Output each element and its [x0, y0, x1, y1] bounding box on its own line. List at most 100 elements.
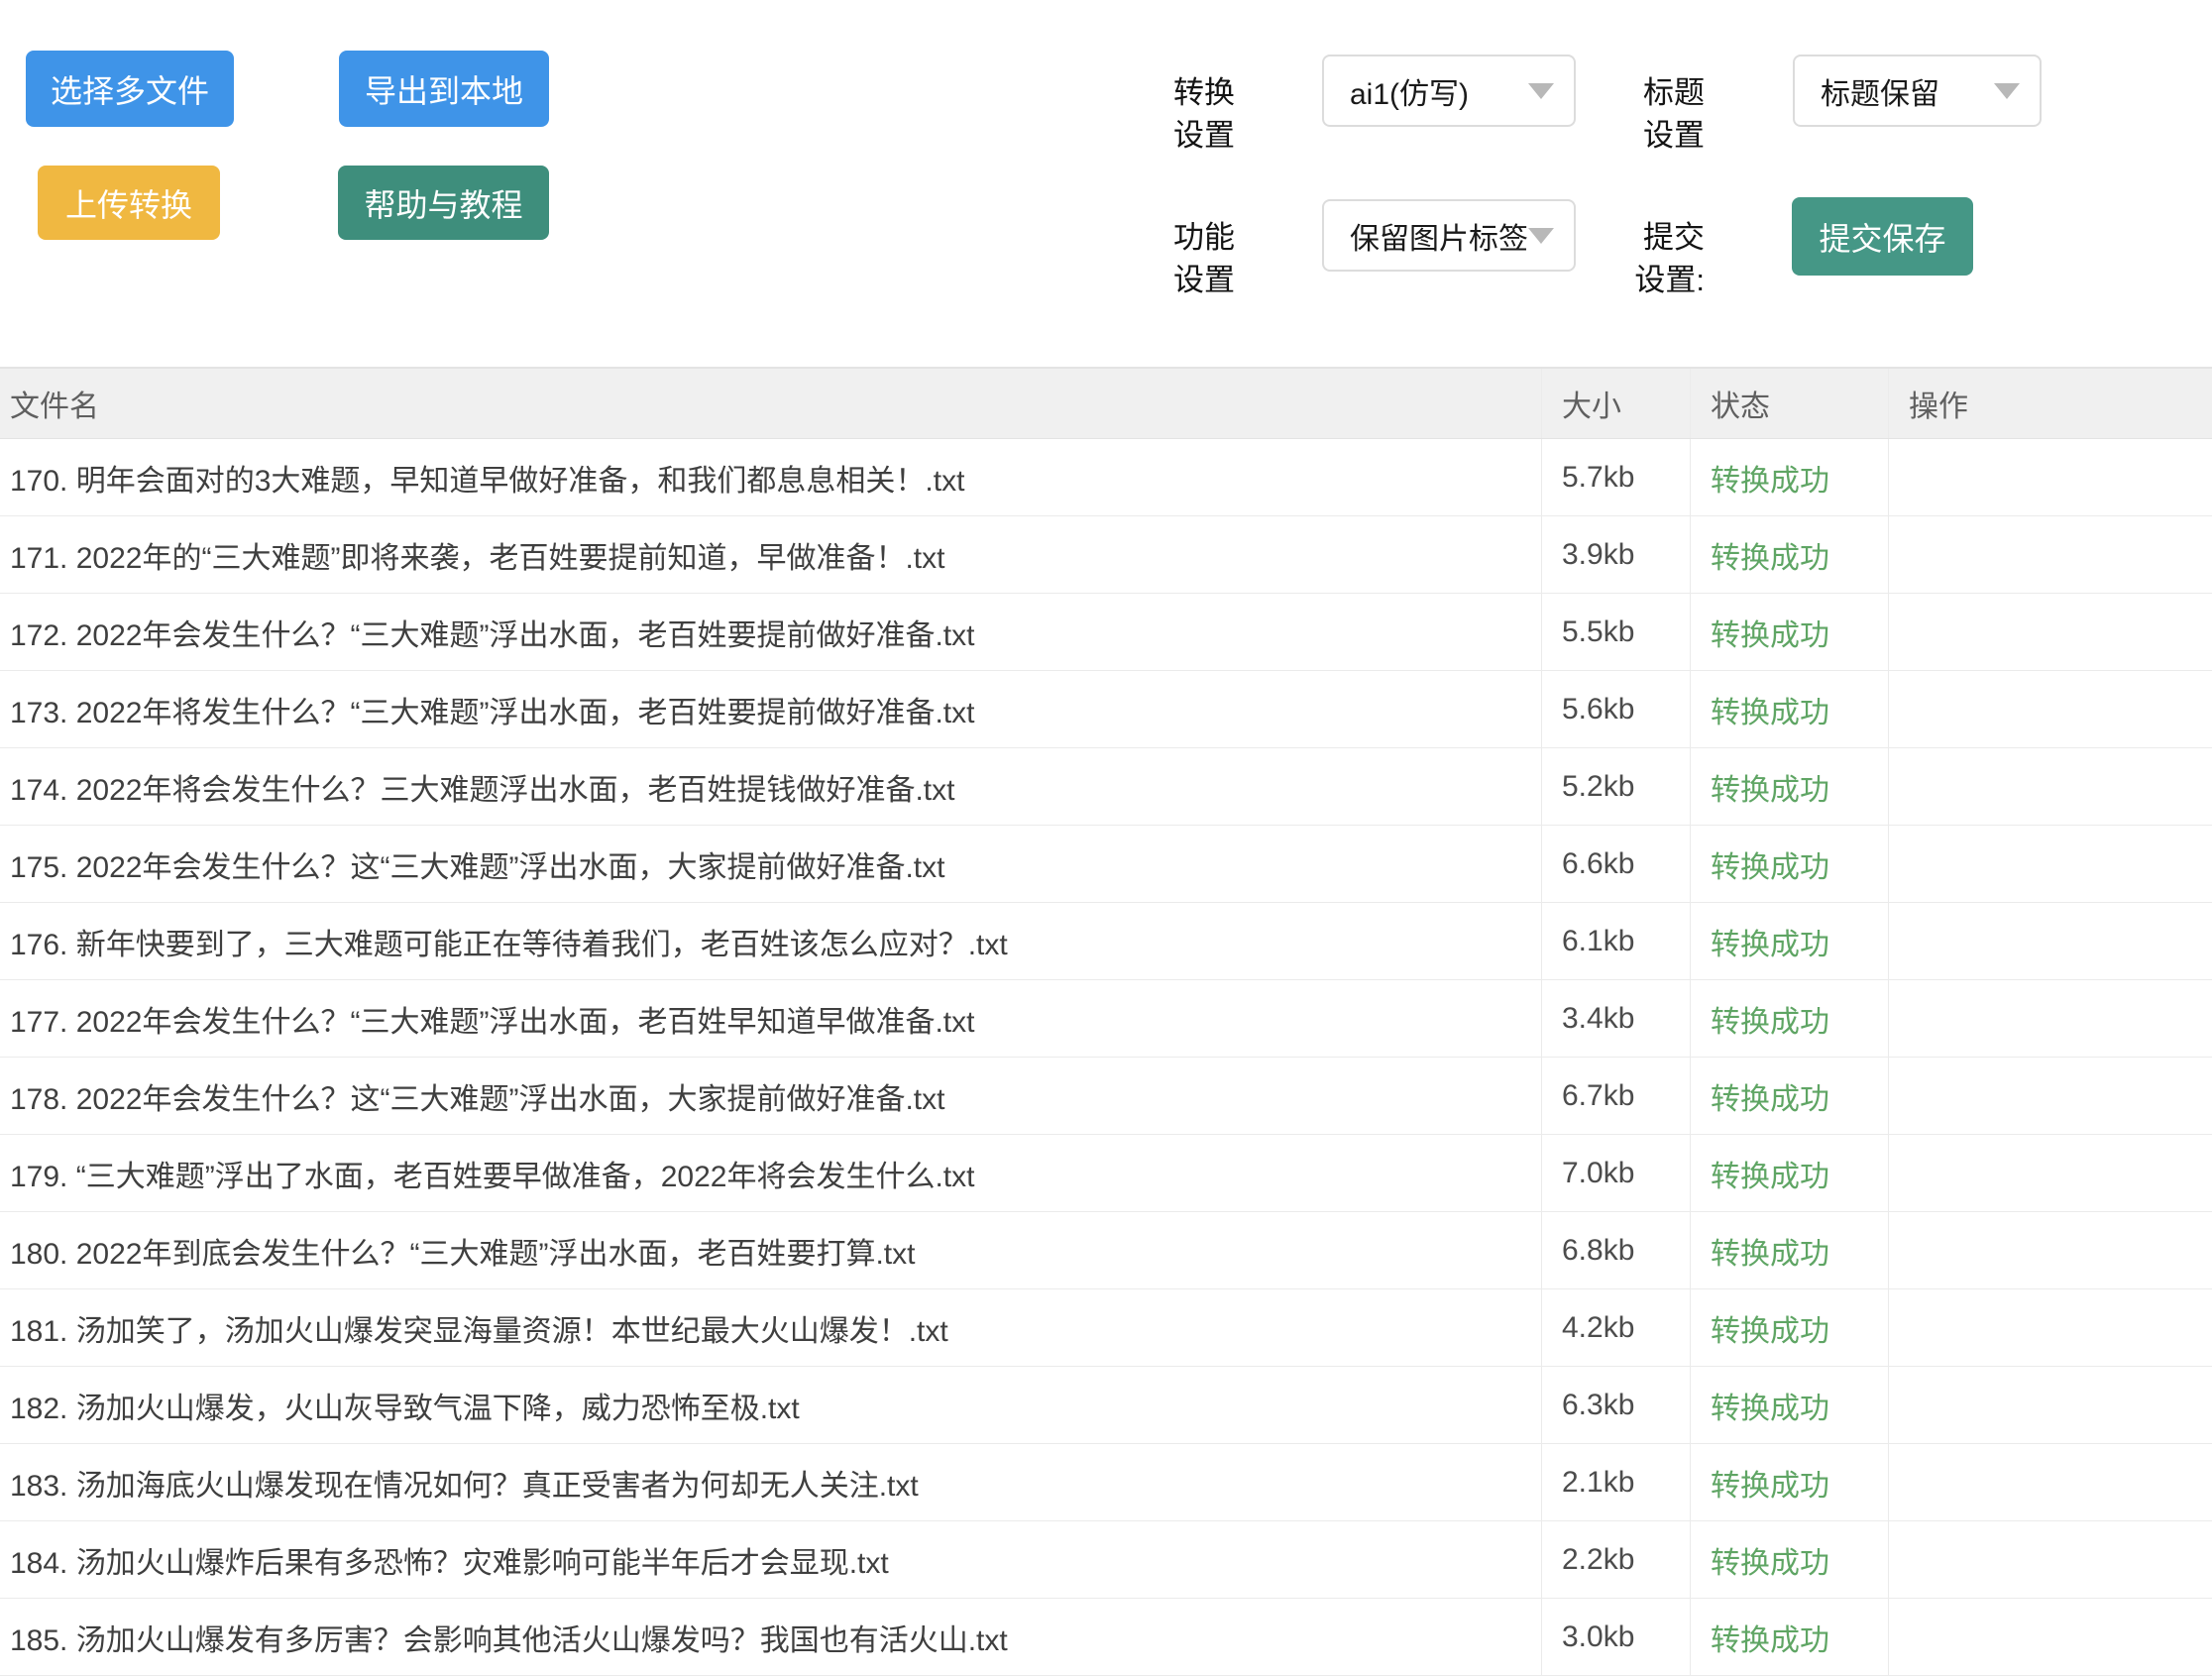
file-size-cell: 5.7kb	[1541, 439, 1690, 515]
file-status-cell: 转换成功	[1690, 980, 1888, 1057]
function-setting-select[interactable]: 保留图片标签	[1322, 199, 1576, 272]
file-size-cell: 2.2kb	[1541, 1521, 1690, 1598]
file-size-cell: 3.4kb	[1541, 980, 1690, 1057]
table-row: 175. 2022年会发生什么？这“三大难题”浮出水面，大家提前做好准备.txt…	[0, 826, 2212, 903]
file-action-cell	[1888, 826, 2212, 902]
table-row: 183. 汤加海底火山爆发现在情况如何？真正受害者为何却无人关注.txt2.1k…	[0, 1444, 2212, 1521]
chevron-down-icon	[1994, 83, 2020, 99]
submit-setting-label: 提交设置:	[1613, 216, 1705, 301]
file-size-cell: 3.9kb	[1541, 516, 1690, 593]
file-action-cell	[1888, 516, 2212, 593]
table-row: 174. 2022年将会发生什么？三大难题浮出水面，老百姓提钱做好准备.txt5…	[0, 748, 2212, 826]
file-size-cell: 5.2kb	[1541, 748, 1690, 825]
table-row: 171. 2022年的“三大难题”即将来袭，老百姓要提前知道，早做准备！.txt…	[0, 516, 2212, 594]
file-status-cell: 转换成功	[1690, 594, 1888, 670]
file-status-cell: 转换成功	[1690, 1212, 1888, 1288]
file-status-cell: 转换成功	[1690, 903, 1888, 979]
column-header-action: 操作	[1888, 369, 2212, 438]
toolbar: 选择多文件 导出到本地 上传转换 帮助与教程 转换设置 ai1(仿写) 标题设置…	[0, 0, 2212, 367]
table-row: 185. 汤加火山爆发有多厉害？会影响其他活火山爆发吗？我国也有活火山.txt3…	[0, 1599, 2212, 1676]
table-row: 173. 2022年将发生什么？“三大难题”浮出水面，老百姓要提前做好准备.tx…	[0, 671, 2212, 748]
table-row: 170. 明年会面对的3大难题，早知道早做好准备，和我们都息息相关！.txt5.…	[0, 439, 2212, 516]
file-status-cell: 转换成功	[1690, 516, 1888, 593]
file-name-cell: 174. 2022年将会发生什么？三大难题浮出水面，老百姓提钱做好准备.txt	[0, 748, 1541, 825]
file-status-cell: 转换成功	[1690, 1135, 1888, 1211]
file-size-cell: 3.0kb	[1541, 1599, 1690, 1675]
file-action-cell	[1888, 1212, 2212, 1288]
title-setting-select[interactable]: 标题保留	[1793, 55, 2042, 127]
file-size-cell: 6.8kb	[1541, 1212, 1690, 1288]
file-action-cell	[1888, 1599, 2212, 1675]
file-status-cell: 转换成功	[1690, 1289, 1888, 1366]
file-table-body: 170. 明年会面对的3大难题，早知道早做好准备，和我们都息息相关！.txt5.…	[0, 439, 2212, 1676]
file-action-cell	[1888, 1521, 2212, 1598]
file-status-cell: 转换成功	[1690, 671, 1888, 747]
file-status-cell: 转换成功	[1690, 1367, 1888, 1443]
table-row: 184. 汤加火山爆炸后果有多恐怖？灾难影响可能半年后才会显现.txt2.2kb…	[0, 1521, 2212, 1599]
title-setting-label: 标题设置	[1613, 71, 1705, 157]
file-action-cell	[1888, 1135, 2212, 1211]
file-table: 文件名 大小 状态 操作 170. 明年会面对的3大难题，早知道早做好准备，和我…	[0, 367, 2212, 1676]
file-size-cell: 6.3kb	[1541, 1367, 1690, 1443]
file-table-header: 文件名 大小 状态 操作	[0, 367, 2212, 439]
title-setting-value: 标题保留	[1821, 69, 1994, 113]
convert-setting-value: ai1(仿写)	[1350, 69, 1528, 113]
function-setting-label: 功能设置	[1144, 216, 1235, 301]
convert-setting-select[interactable]: ai1(仿写)	[1322, 55, 1576, 127]
submit-save-button[interactable]: 提交保存	[1792, 197, 1973, 276]
select-multiple-files-button[interactable]: 选择多文件	[26, 51, 234, 127]
table-row: 178. 2022年会发生什么？这“三大难题”浮出水面，大家提前做好准备.txt…	[0, 1058, 2212, 1135]
file-status-cell: 转换成功	[1690, 439, 1888, 515]
file-status-cell: 转换成功	[1690, 826, 1888, 902]
file-status-cell: 转换成功	[1690, 748, 1888, 825]
file-status-cell: 转换成功	[1690, 1444, 1888, 1520]
file-name-cell: 171. 2022年的“三大难题”即将来袭，老百姓要提前知道，早做准备！.txt	[0, 516, 1541, 593]
file-name-cell: 185. 汤加火山爆发有多厉害？会影响其他活火山爆发吗？我国也有活火山.txt	[0, 1599, 1541, 1675]
file-size-cell: 2.1kb	[1541, 1444, 1690, 1520]
file-name-cell: 173. 2022年将发生什么？“三大难题”浮出水面，老百姓要提前做好准备.tx…	[0, 671, 1541, 747]
file-name-cell: 179. “三大难题”浮出了水面，老百姓要早做准备，2022年将会发生什么.tx…	[0, 1135, 1541, 1211]
file-size-cell: 7.0kb	[1541, 1135, 1690, 1211]
file-status-cell: 转换成功	[1690, 1058, 1888, 1134]
column-header-size: 大小	[1541, 369, 1690, 438]
file-name-cell: 172. 2022年会发生什么？“三大难题”浮出水面，老百姓要提前做好准备.tx…	[0, 594, 1541, 670]
help-tutorial-button[interactable]: 帮助与教程	[338, 166, 549, 240]
table-row: 176. 新年快要到了，三大难题可能正在等待着我们，老百姓该怎么应对？.txt6…	[0, 903, 2212, 980]
table-row: 179. “三大难题”浮出了水面，老百姓要早做准备，2022年将会发生什么.tx…	[0, 1135, 2212, 1212]
table-row: 180. 2022年到底会发生什么？“三大难题”浮出水面，老百姓要打算.txt6…	[0, 1212, 2212, 1289]
function-setting-value: 保留图片标签	[1350, 214, 1528, 258]
file-size-cell: 6.6kb	[1541, 826, 1690, 902]
file-action-cell	[1888, 1444, 2212, 1520]
file-name-cell: 183. 汤加海底火山爆发现在情况如何？真正受害者为何却无人关注.txt	[0, 1444, 1541, 1520]
file-name-cell: 178. 2022年会发生什么？这“三大难题”浮出水面，大家提前做好准备.txt	[0, 1058, 1541, 1134]
file-action-cell	[1888, 1058, 2212, 1134]
file-name-cell: 176. 新年快要到了，三大难题可能正在等待着我们，老百姓该怎么应对？.txt	[0, 903, 1541, 979]
file-action-cell	[1888, 1367, 2212, 1443]
file-action-cell	[1888, 439, 2212, 515]
file-name-cell: 182. 汤加火山爆发，火山灰导致气温下降，威力恐怖至极.txt	[0, 1367, 1541, 1443]
chevron-down-icon	[1528, 83, 1554, 99]
file-action-cell	[1888, 903, 2212, 979]
file-size-cell: 6.1kb	[1541, 903, 1690, 979]
export-to-local-button[interactable]: 导出到本地	[339, 51, 549, 127]
table-row: 172. 2022年会发生什么？“三大难题”浮出水面，老百姓要提前做好准备.tx…	[0, 594, 2212, 671]
table-row: 181. 汤加笑了，汤加火山爆发突显海量资源！本世纪最大火山爆发！.txt4.2…	[0, 1289, 2212, 1367]
chevron-down-icon	[1528, 228, 1554, 244]
file-action-cell	[1888, 594, 2212, 670]
file-status-cell: 转换成功	[1690, 1521, 1888, 1598]
file-size-cell: 6.7kb	[1541, 1058, 1690, 1134]
file-action-cell	[1888, 1289, 2212, 1366]
upload-convert-button[interactable]: 上传转换	[38, 166, 220, 240]
file-action-cell	[1888, 671, 2212, 747]
file-action-cell	[1888, 980, 2212, 1057]
table-row: 182. 汤加火山爆发，火山灰导致气温下降，威力恐怖至极.txt6.3kb转换成…	[0, 1367, 2212, 1444]
file-status-cell: 转换成功	[1690, 1599, 1888, 1675]
file-size-cell: 5.6kb	[1541, 671, 1690, 747]
file-name-cell: 170. 明年会面对的3大难题，早知道早做好准备，和我们都息息相关！.txt	[0, 439, 1541, 515]
file-size-cell: 4.2kb	[1541, 1289, 1690, 1366]
file-name-cell: 181. 汤加笑了，汤加火山爆发突显海量资源！本世纪最大火山爆发！.txt	[0, 1289, 1541, 1366]
file-size-cell: 5.5kb	[1541, 594, 1690, 670]
file-action-cell	[1888, 748, 2212, 825]
table-row: 177. 2022年会发生什么？“三大难题”浮出水面，老百姓早知道早做准备.tx…	[0, 980, 2212, 1058]
convert-setting-label: 转换设置	[1144, 71, 1235, 157]
